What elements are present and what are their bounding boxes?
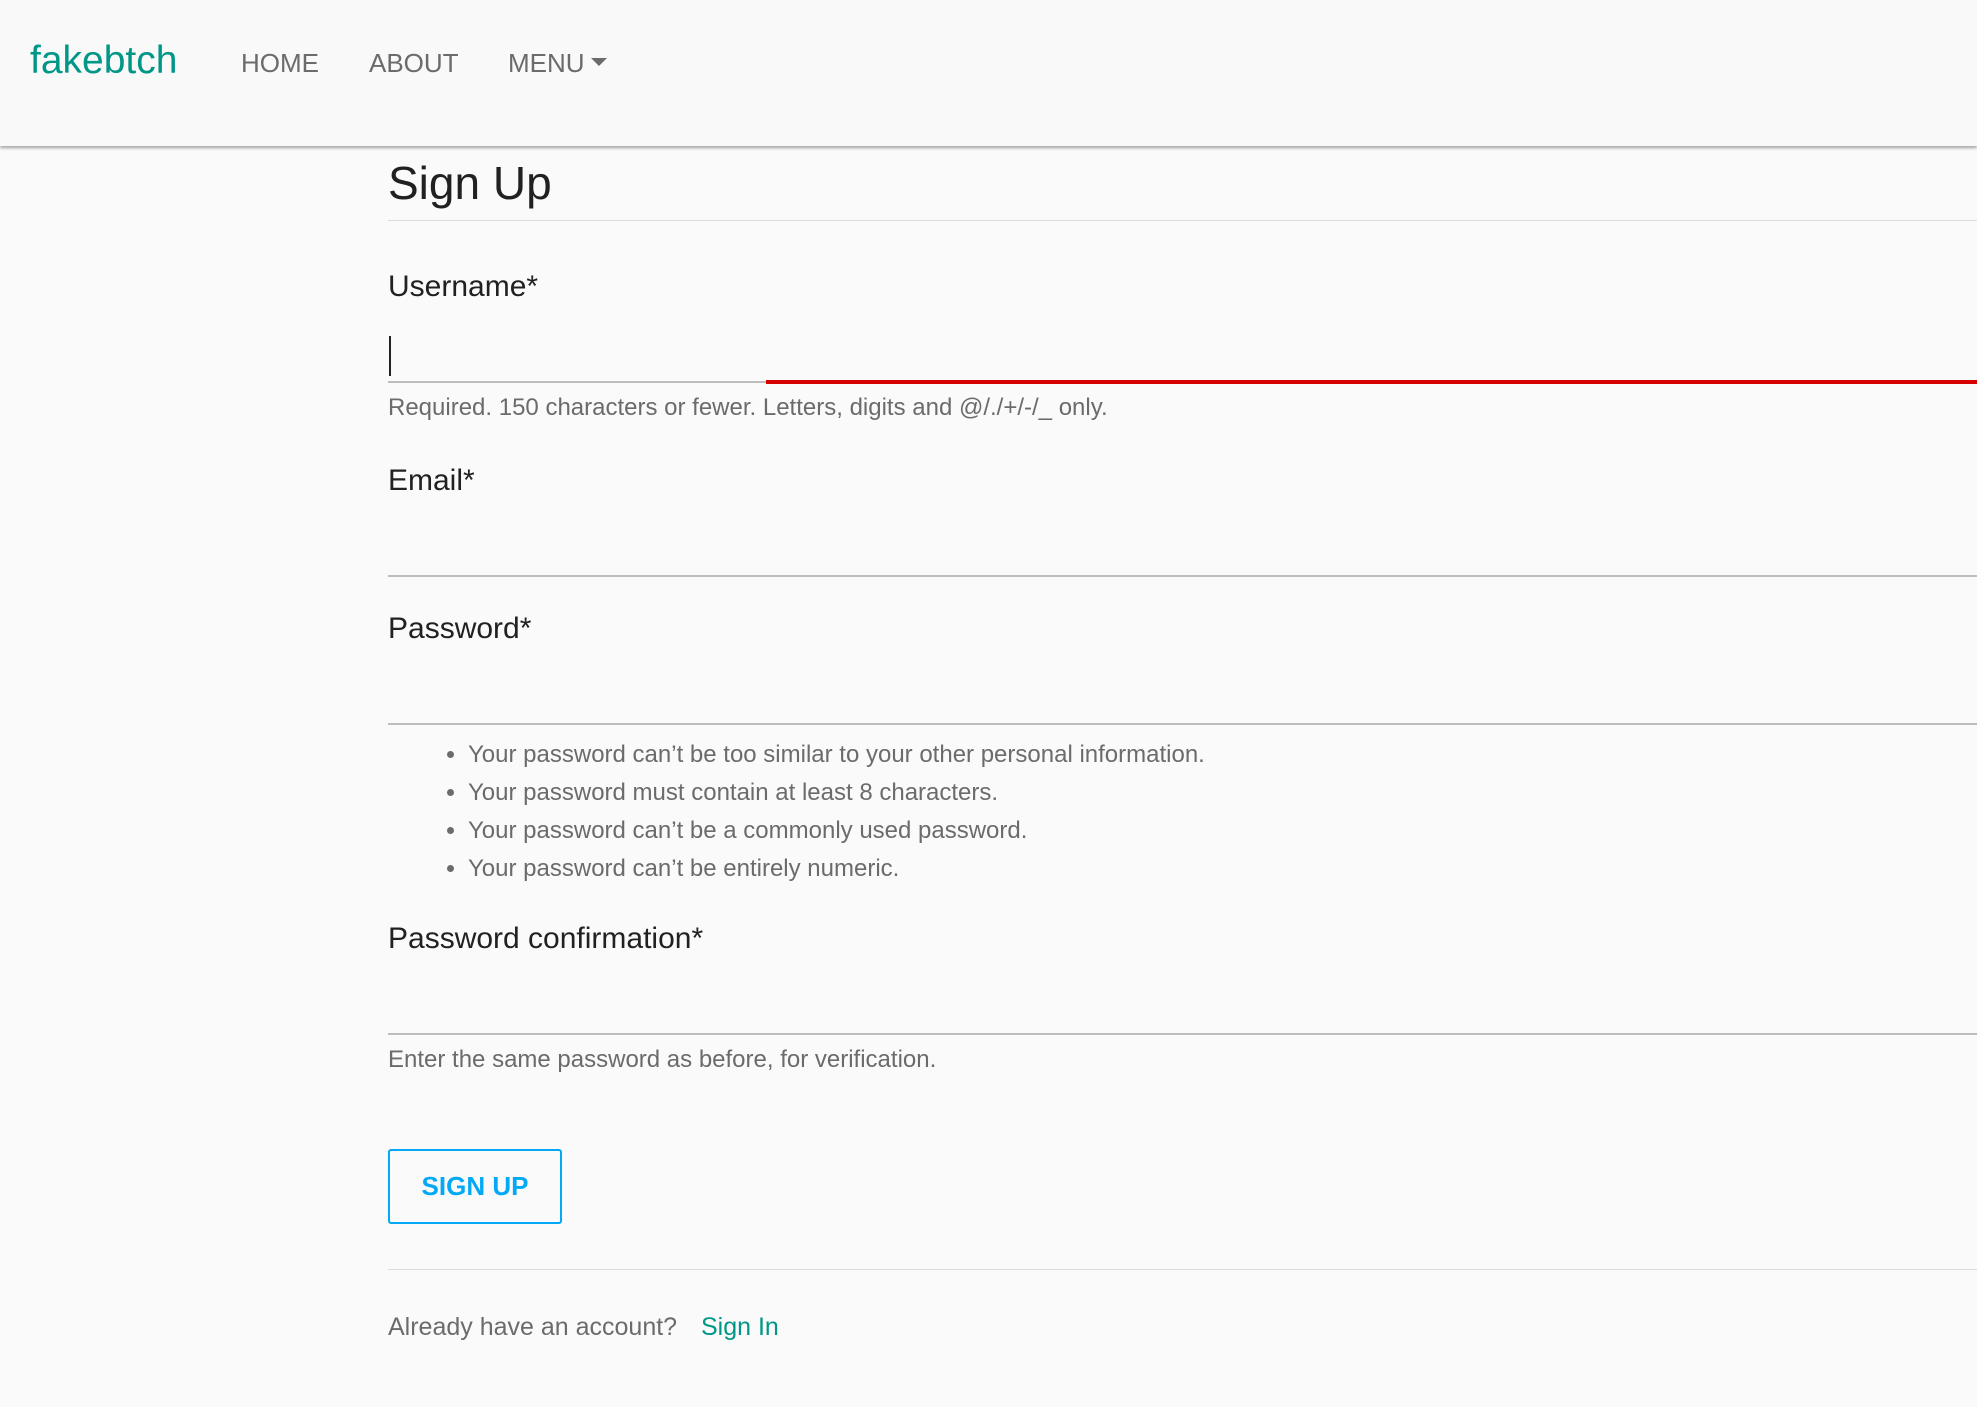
password-confirmation-input[interactable] [388,985,1977,1035]
email-input[interactable] [388,527,1977,577]
nav-menu-dropdown[interactable]: MENU [508,48,607,79]
password-help-item: Your password can’t be entirely numeric. [468,850,1205,888]
sign-up-button[interactable]: SIGN UP [388,1149,562,1224]
brand-logo-link[interactable]: fakebtch [30,38,177,85]
title-divider [388,220,1977,221]
username-focus-indicator [766,380,1977,384]
text-cursor [389,336,391,376]
sign-in-link[interactable]: Sign In [701,1312,779,1342]
footer-divider [388,1269,1977,1270]
top-navbar: fakebtch HOME ABOUT MENU [0,0,1977,146]
password-help-item: Your password can’t be a commonly used p… [468,812,1205,850]
username-input[interactable] [388,333,1977,383]
username-help-text: Required. 150 characters or fewer. Lette… [388,394,1108,421]
password-help-item: Your password can’t be too similar to yo… [468,736,1205,774]
page-title: Sign Up [388,157,552,209]
password-input[interactable] [388,675,1977,725]
nav-menu-label: MENU [508,48,585,78]
email-label: Email* [388,464,475,497]
username-label: Username* [388,270,539,303]
password-confirmation-label: Password confirmation* [388,922,704,955]
password-label: Password* [388,612,532,645]
password-confirmation-help-text: Enter the same password as before, for v… [388,1046,937,1073]
nav-about-link[interactable]: ABOUT [369,48,459,79]
already-have-account-text: Already have an account? [388,1313,678,1341]
password-help-item: Your password must contain at least 8 ch… [468,774,1205,812]
caret-down-icon [590,58,607,67]
password-help-list: Your password can’t be too similar to yo… [440,736,1205,888]
nav-home-link[interactable]: HOME [241,48,319,79]
